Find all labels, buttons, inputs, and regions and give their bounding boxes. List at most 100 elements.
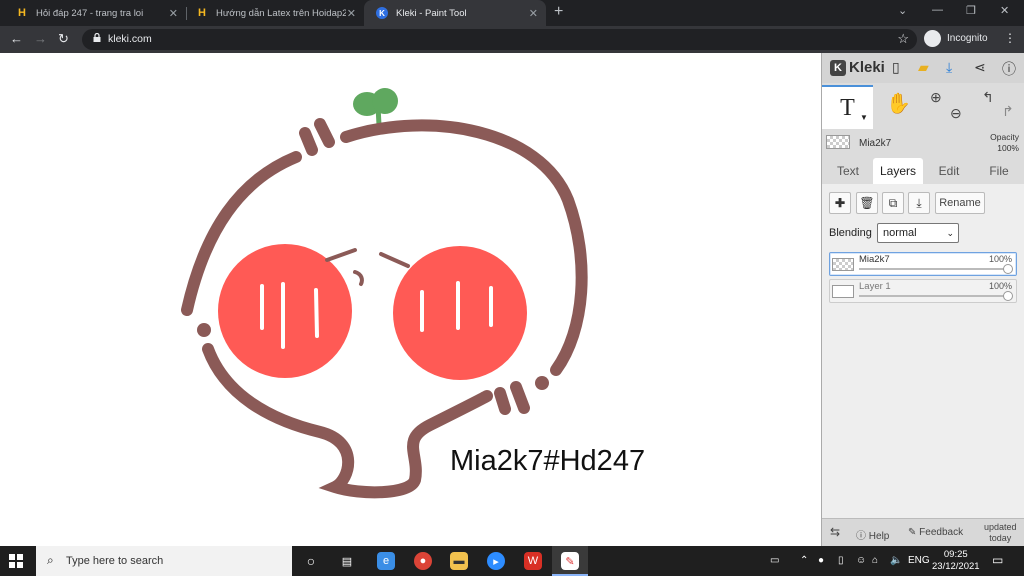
minimize-icon[interactable]: — [932,4,943,16]
hand-tool-icon[interactable]: ✋ [886,91,911,116]
blending-select[interactable]: normal ⌄ [877,223,959,243]
canvas-text-label: Mia2k7#Hd247 [450,445,646,477]
microphone-icon[interactable]: ● [818,555,824,566]
drawing-canvas[interactable]: Mia2k7#Hd247 [0,53,821,546]
back-arrow-icon[interactable]: ← [10,31,23,46]
tab-edit[interactable]: Edit [924,158,974,184]
reload-icon[interactable]: ↻ [58,31,69,47]
layer-thumbnail [832,285,854,298]
address-bar[interactable]: kleki.com ☆ [82,29,917,50]
add-layer-button[interactable]: ✚ [829,192,851,214]
current-layer-name: Mia2k7 [859,138,892,149]
kleki-icon: K [376,7,388,19]
layer-item[interactable]: Layer 1 100% [829,279,1017,303]
zoom-app-icon[interactable]: ▸ [487,552,505,570]
undo-icon[interactable]: ↰ [982,89,994,106]
search-icon: ⌕ [47,553,54,567]
opacity-slider-track[interactable] [859,268,1009,270]
rename-button[interactable]: Rename [935,192,985,214]
close-window-icon[interactable]: ✕ [1000,4,1009,17]
updated-note[interactable]: updated today [984,522,1017,544]
opacity-slider-handle[interactable] [1003,291,1013,301]
chrome-icon[interactable]: ● [414,552,432,570]
file-explorer-icon[interactable]: ▬ [450,552,468,570]
browser-menu-icon[interactable]: ⋮ [1004,31,1016,45]
open-folder-icon[interactable]: ▰ [918,59,929,76]
panel-footer: ⇆ ⓘ Help ✎ Feedback updated today [822,518,1024,546]
hoidap-h-icon: H [18,7,26,19]
forward-arrow-icon[interactable]: → [34,31,47,46]
chevron-up-icon[interactable]: ⌃ [800,555,808,566]
current-layer-info: Mia2k7 Opacity 100% [822,131,1024,157]
incognito-indicator[interactable]: Incognito [924,30,988,47]
tool-row: T ▼ ✋ ⊕ ⊖ ↰ ↱ [822,85,1024,129]
layer-thumbnail [826,135,850,149]
browser-tab-strip: H Hỏi đáp 247 - trang tra loi ✕ H Hướng … [0,0,1024,26]
kleki-side-panel: K Kleki ▯ ▰ ⤓ ⋖ ⓘ T ▼ ✋ ⊕ ⊖ ↰ ↱ Mia2k7 O… [821,53,1024,546]
browser-tab-active[interactable]: K Kleki - Paint Tool ✕ [364,0,546,26]
windows-taskbar: ⌕ Type here to search ○ ▤ e ● ▬ ▸ W ✎ ▭ … [0,546,1024,576]
cortana-icon[interactable]: ○ [302,552,320,570]
tab-file[interactable]: File [974,158,1024,184]
swap-sides-icon[interactable]: ⇆ [830,525,840,539]
network-icon[interactable]: ⌂ [872,555,878,566]
text-tool-button[interactable]: T [822,85,873,129]
delete-layer-button[interactable]: 🗑 [856,192,878,214]
layer-item[interactable]: Mia2k7 100% [829,252,1017,276]
screen: H Hỏi đáp 247 - trang tra loi ✕ H Hướng … [0,0,1024,576]
feedback-button[interactable]: ✎ Feedback [908,527,963,538]
tab-search-icon[interactable]: ⌄ [898,4,907,17]
incognito-icon [924,30,941,47]
help-button[interactable]: ⓘ Help [856,527,889,542]
edge-browser-icon[interactable]: e [377,552,395,570]
blending-label: Blending [829,227,872,239]
tab-layers[interactable]: Layers [873,158,923,184]
active-app-tile[interactable]: ✎ [552,546,588,576]
volume-icon[interactable]: 🔈 [890,555,902,566]
chevron-down-icon[interactable]: ▼ [860,113,868,122]
windows-start-icon[interactable] [9,554,23,568]
wps-office-icon[interactable]: W [524,552,542,570]
new-image-icon[interactable]: ▯ [892,59,900,76]
new-tab-button[interactable]: + [554,3,563,21]
taskbar-search-box[interactable]: ⌕ Type here to search [36,546,292,576]
sprout-leaf [353,88,398,128]
duplicate-layer-button[interactable]: ⧉ [882,192,904,214]
people-icon[interactable]: ☺ [856,555,866,566]
language-indicator[interactable]: ENG [908,555,930,566]
chevron-down-icon: ⌄ [946,228,954,238]
opacity-slider-track[interactable] [859,295,1009,297]
help-circle-icon[interactable]: ⓘ [1002,59,1016,79]
paint-app-icon: ✎ [561,552,579,570]
meet-now-icon[interactable]: ▭ [770,555,779,566]
notification-icon[interactable]: ▭ [992,553,1003,567]
share-icon[interactable]: ⋖ [974,59,986,76]
opacity-slider-handle[interactable] [1003,264,1013,274]
close-tab-icon[interactable]: ✕ [169,7,178,20]
battery-icon[interactable]: ▯ [838,555,844,566]
drawing-artwork [181,88,588,499]
close-tab-icon[interactable]: ✕ [347,7,356,20]
taskbar-clock[interactable]: 09:25 23/12/2021 [932,549,980,573]
lock-icon [93,33,101,42]
layer-thumbnail [832,258,854,271]
close-tab-icon[interactable]: ✕ [529,7,538,20]
bookmark-star-icon[interactable]: ☆ [897,31,909,47]
outline-dot [197,323,211,337]
merge-down-button[interactable]: ⤓ [908,192,930,214]
url-text: kleki.com [108,33,152,45]
zoom-in-icon[interactable]: ⊕ [930,89,942,106]
kleki-logo-icon: K [830,59,846,76]
restore-icon[interactable]: ❐ [966,4,976,17]
browser-toolbar: ← → ↻ kleki.com ☆ [0,26,1024,53]
download-icon[interactable]: ⤓ [946,59,952,76]
browser-tab[interactable]: H Hỏi đáp 247 - trang tra loi ✕ [4,0,186,26]
layers-panel: ✚ 🗑 ⧉ ⤓ Rename Blending normal ⌄ Mia2k7 … [822,184,1024,546]
redo-icon[interactable]: ↱ [1002,103,1014,120]
browser-tab[interactable]: H Hướng dẫn Latex trên Hoidap247 ✕ [184,0,364,26]
outline-dot [535,376,549,390]
zoom-out-icon[interactable]: ⊖ [950,105,962,122]
kleki-header: K Kleki ▯ ▰ ⤓ ⋖ ⓘ [822,53,1024,83]
task-view-icon[interactable]: ▤ [338,552,356,570]
tab-text[interactable]: Text [824,158,872,184]
